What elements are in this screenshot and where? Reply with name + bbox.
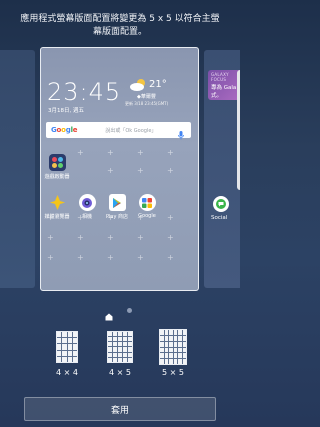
empty-slot-plus: + bbox=[167, 233, 174, 242]
empty-slot-plus: + bbox=[77, 148, 84, 157]
empty-slot-plus: + bbox=[137, 148, 144, 157]
empty-slot-plus: + bbox=[137, 166, 144, 175]
grid-5x5-icon bbox=[159, 329, 187, 365]
date: 3月18日, 週五 bbox=[48, 108, 84, 114]
grid-4x4-icon bbox=[56, 331, 78, 363]
app-play-store[interactable]: Play 商店 bbox=[104, 194, 130, 220]
microphone-icon[interactable] bbox=[178, 125, 184, 144]
gallery-icon bbox=[49, 194, 66, 211]
empty-slot-plus: + bbox=[107, 253, 114, 262]
empty-slot-plus: + bbox=[167, 148, 174, 157]
app-label: Play 商店 bbox=[105, 214, 129, 220]
app-label: 相機 bbox=[81, 214, 92, 220]
app-label: 遊戲啟動器 bbox=[44, 174, 70, 180]
empty-slot-plus: + bbox=[107, 233, 114, 242]
camera-icon bbox=[78, 194, 96, 211]
clock: 23:45 bbox=[47, 78, 122, 106]
play-store-icon bbox=[108, 194, 126, 211]
social-folder-icon bbox=[213, 196, 229, 212]
grid-option-4x4[interactable]: 4 × 4 bbox=[52, 331, 82, 377]
layout-change-message: 應用程式螢幕版面配置將變更為 5 x 5 以符合主螢幕版面配置。 bbox=[20, 14, 220, 37]
game-launcher-icon bbox=[48, 154, 66, 171]
home-screen-preview[interactable]: 23:45 3月18日, 週五 21° ◆華爾豐 更新 3/18 23:45(G… bbox=[40, 47, 199, 291]
grid-option-label: 4 × 5 bbox=[109, 368, 131, 377]
weather-updated: 更新 3/18 23:45(GMT) bbox=[125, 101, 169, 106]
previous-page-preview[interactable] bbox=[0, 50, 35, 288]
home-page-icon[interactable] bbox=[105, 306, 113, 325]
galaxy-focus-text: 專為 Gala 程式。 bbox=[211, 85, 240, 99]
empty-slot-plus: + bbox=[47, 253, 54, 262]
app-game-launcher[interactable]: 遊戲啟動器 bbox=[44, 154, 70, 180]
app-google-folder[interactable]: Google bbox=[134, 194, 160, 219]
empty-slot-plus: + bbox=[47, 233, 54, 242]
app-camera[interactable]: 相機 bbox=[74, 194, 100, 220]
empty-slot-plus: + bbox=[77, 253, 84, 262]
google-search-bar[interactable]: Google 說出或「Ok Google」 bbox=[46, 122, 191, 140]
empty-slot-plus: + bbox=[167, 253, 174, 262]
grid-4x5-icon bbox=[107, 331, 133, 363]
google-folder-icon bbox=[138, 194, 156, 211]
empty-slot-plus: + bbox=[107, 166, 114, 175]
next-page-preview[interactable]: GALAXY FOCUS 專為 Gala 程式。 Social bbox=[204, 50, 240, 288]
app-gallery[interactable]: 媒體瀏覽器 bbox=[44, 194, 70, 220]
galaxy-focus-card: GALAXY FOCUS 專為 Gala 程式。 bbox=[208, 70, 240, 100]
temperature: 21° bbox=[149, 79, 167, 90]
empty-slot-plus: + bbox=[77, 233, 84, 242]
search-placeholder: 說出或「Ok Google」 bbox=[105, 127, 157, 134]
empty-slot-plus: + bbox=[167, 166, 174, 175]
grid-option-5x5[interactable]: 5 × 5 bbox=[156, 329, 190, 377]
empty-slot-plus: + bbox=[137, 253, 144, 262]
weather-location: ◆華爾豐 bbox=[137, 94, 156, 100]
app-label: Google bbox=[138, 213, 156, 219]
app-label: 媒體瀏覽器 bbox=[44, 214, 70, 220]
google-logo: Google bbox=[51, 126, 78, 134]
grid-option-4x5[interactable]: 4 × 5 bbox=[103, 331, 137, 377]
empty-slot-plus: + bbox=[167, 213, 174, 222]
page-dot[interactable] bbox=[127, 308, 132, 313]
social-folder-label: Social bbox=[211, 215, 228, 221]
grid-option-label: 5 × 5 bbox=[162, 368, 184, 377]
empty-slot-plus: + bbox=[107, 148, 114, 157]
galaxy-focus-title: GALAXY FOCUS bbox=[211, 72, 229, 82]
apply-button[interactable]: 套用 bbox=[24, 397, 216, 421]
empty-slot-plus: + bbox=[137, 233, 144, 242]
page-indicator bbox=[0, 305, 240, 321]
grid-option-label: 4 × 4 bbox=[56, 368, 78, 377]
widget-edge bbox=[237, 70, 240, 190]
